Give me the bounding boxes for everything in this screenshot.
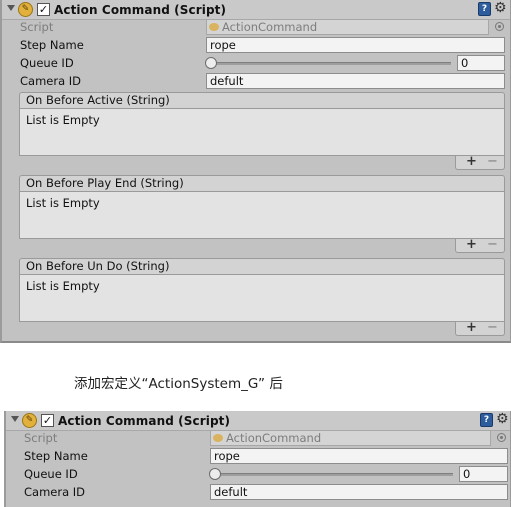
queue-id-row: Queue ID 0 <box>2 54 510 72</box>
script-asset-icon <box>209 23 219 31</box>
component-title: Action Command (Script) <box>58 414 231 428</box>
queue-id-input[interactable]: 0 <box>459 466 508 482</box>
help-book-icon[interactable]: ? <box>480 413 493 427</box>
camera-id-row: Camera ID defult <box>2 72 510 90</box>
camera-id-label: Camera ID <box>20 74 82 88</box>
remove-element-button[interactable]: − <box>487 154 498 169</box>
step-name-row: Step Name rope <box>6 447 510 465</box>
script-icon: ✎ <box>22 413 37 428</box>
enabled-checkbox[interactable]: ✓ <box>41 414 54 427</box>
queue-id-label: Queue ID <box>24 467 78 481</box>
list-on-before-un-do: On Before Un Do (String) List is Empty +… <box>19 258 505 338</box>
list-body: List is Empty <box>19 191 505 239</box>
help-book-icon[interactable]: ? <box>478 2 491 16</box>
step-name-input[interactable]: rope <box>210 448 508 464</box>
foldout-triangle-icon[interactable] <box>7 5 15 11</box>
remove-element-button[interactable]: − <box>487 320 498 335</box>
component-header: ✎ ✓ Action Command (Script) ? ⚙ <box>6 411 510 431</box>
queue-id-slider-thumb[interactable] <box>205 57 217 69</box>
list-empty-text: List is Empty <box>26 196 100 210</box>
foldout-triangle-icon[interactable] <box>11 416 19 422</box>
remove-element-button[interactable]: − <box>487 237 498 252</box>
list-header: On Before Un Do (String) <box>19 258 505 274</box>
script-row: Script ActionCommand <box>2 18 510 36</box>
list-header: On Before Play End (String) <box>19 175 505 191</box>
list-body: List is Empty <box>19 274 505 322</box>
step-name-label: Step Name <box>24 449 88 463</box>
list-body: List is Empty <box>19 108 505 156</box>
list-empty-text: List is Empty <box>26 113 100 127</box>
script-label: Script <box>24 431 58 445</box>
queue-id-row: Queue ID 0 <box>6 465 510 483</box>
list-footer: + − <box>455 320 505 336</box>
step-name-row: Step Name rope <box>2 36 510 54</box>
script-value: ActionCommand <box>222 20 318 34</box>
queue-id-slider-track[interactable] <box>213 473 453 476</box>
component-header: ✎ ✓ Action Command (Script) ? ⚙ <box>2 0 510 20</box>
script-value: ActionCommand <box>226 431 322 445</box>
list-on-before-play-end: On Before Play End (String) List is Empt… <box>19 175 505 255</box>
script-row: Script ActionCommand <box>6 429 510 447</box>
script-icon: ✎ <box>18 2 33 17</box>
list-header: On Before Active (String) <box>19 92 505 108</box>
queue-id-label: Queue ID <box>20 56 74 70</box>
queue-id-input[interactable]: 0 <box>457 55 505 71</box>
inspector-panel-after: ✎ ✓ Action Command (Script) ? ⚙ Script A… <box>4 411 511 507</box>
camera-id-row: Camera ID defult <box>6 483 510 501</box>
component-title: Action Command (Script) <box>54 3 227 17</box>
queue-id-slider-track[interactable] <box>209 62 451 65</box>
script-field: ActionCommand <box>210 430 491 446</box>
object-picker-icon[interactable] <box>497 433 506 442</box>
gear-icon[interactable]: ⚙ <box>494 0 507 16</box>
enabled-checkbox[interactable]: ✓ <box>37 3 50 16</box>
inspector-panel-before: ✎ ✓ Action Command (Script) ? ⚙ Script A… <box>0 0 511 343</box>
script-label: Script <box>20 20 54 34</box>
list-on-before-active: On Before Active (String) List is Empty … <box>19 92 505 172</box>
script-field: ActionCommand <box>206 19 489 35</box>
camera-id-label: Camera ID <box>24 485 86 499</box>
list-footer: + − <box>455 237 505 253</box>
camera-id-input[interactable]: defult <box>210 484 508 500</box>
list-footer: + − <box>455 154 505 170</box>
add-element-button[interactable]: + <box>466 237 477 252</box>
step-name-label: Step Name <box>20 38 84 52</box>
gear-icon[interactable]: ⚙ <box>496 411 509 427</box>
step-name-input[interactable]: rope <box>206 37 505 53</box>
caption-text: 添加宏定义“ActionSystem_G” 后 <box>74 376 283 392</box>
add-element-button[interactable]: + <box>466 154 477 169</box>
queue-id-slider-thumb[interactable] <box>209 468 221 480</box>
object-picker-icon[interactable] <box>495 22 504 31</box>
camera-id-input[interactable]: defult <box>206 73 505 89</box>
add-element-button[interactable]: + <box>466 320 477 335</box>
list-empty-text: List is Empty <box>26 279 100 293</box>
script-asset-icon <box>213 434 223 442</box>
